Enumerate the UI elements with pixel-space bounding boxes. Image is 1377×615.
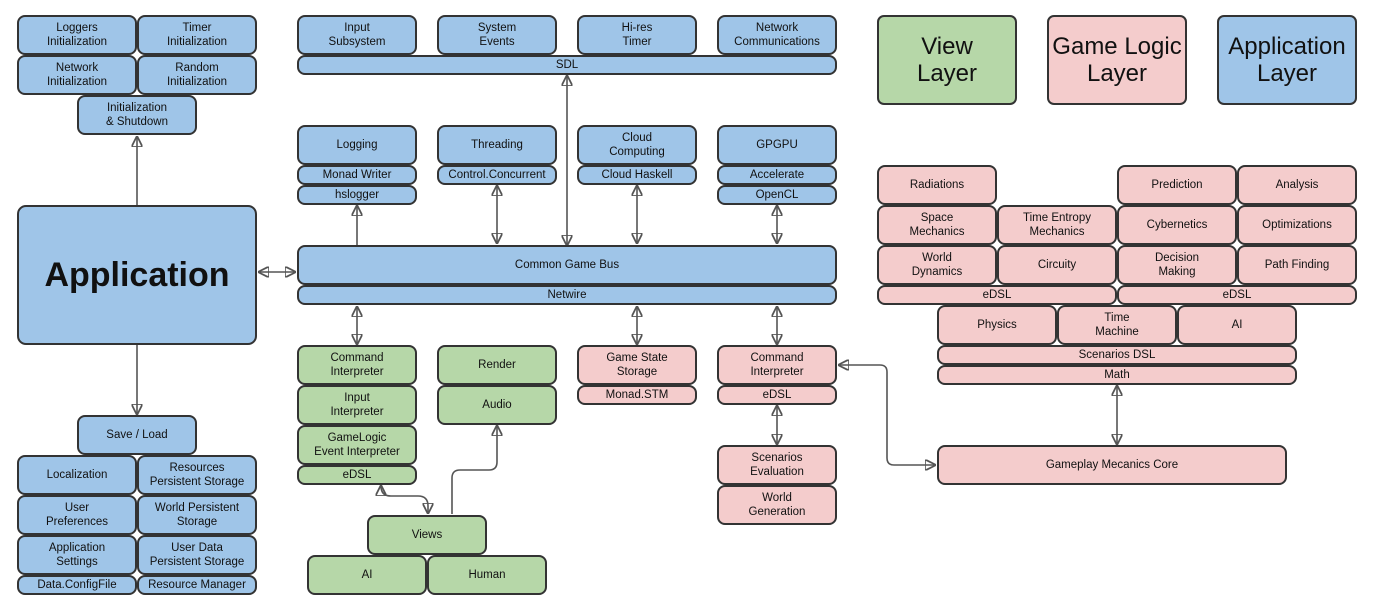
scenarios-dsl[interactable]: Scenarios DSL <box>937 345 1297 365</box>
world-dynamics[interactable]: World Dynamics <box>877 245 997 285</box>
hi-res-timer[interactable]: Hi-res Timer <box>577 15 697 55</box>
gameplay-mechanics-core[interactable]: Gameplay Mecanics Core <box>937 445 1287 485</box>
localization[interactable]: Localization <box>17 455 137 495</box>
network-initialization[interactable]: Network Initialization <box>17 55 137 95</box>
arrow-core-cmd <box>839 365 935 465</box>
timer-initialization[interactable]: Timer Initialization <box>137 15 257 55</box>
network-communications[interactable]: Network Communications <box>717 15 837 55</box>
input-subsystem[interactable]: Input Subsystem <box>297 15 417 55</box>
world-persistent-storage[interactable]: World Persistent Storage <box>137 495 257 535</box>
space-mechanics[interactable]: Space Mechanics <box>877 205 997 245</box>
initialization-shutdown[interactable]: Initialization & Shutdown <box>77 95 197 135</box>
random-initialization[interactable]: Random Initialization <box>137 55 257 95</box>
time-entropy-mechanics[interactable]: Time Entropy Mechanics <box>997 205 1117 245</box>
arrow-views-audio <box>451 426 497 514</box>
legend-view-layer: View Layer <box>877 15 1017 105</box>
analysis[interactable]: Analysis <box>1237 165 1357 205</box>
cloud-computing[interactable]: Cloud Computing <box>577 125 697 165</box>
arrow-edsl-views <box>381 486 428 513</box>
common-game-bus[interactable]: Common Game Bus <box>297 245 837 285</box>
views[interactable]: Views <box>367 515 487 555</box>
opencl[interactable]: OpenCL <box>717 185 837 205</box>
loggers-initialization[interactable]: Loggers Initialization <box>17 15 137 55</box>
math[interactable]: Math <box>937 365 1297 385</box>
physics[interactable]: Physics <box>937 305 1057 345</box>
cloud-haskell[interactable]: Cloud Haskell <box>577 165 697 185</box>
resource-manager[interactable]: Resource Manager <box>137 575 257 595</box>
logic-command-interpreter[interactable]: Command Interpreter <box>717 345 837 385</box>
user-preferences[interactable]: User Preferences <box>17 495 137 535</box>
legend-game-logic-layer: Game Logic Layer <box>1047 15 1187 105</box>
resources-persistent-storage[interactable]: Resources Persistent Storage <box>137 455 257 495</box>
render[interactable]: Render <box>437 345 557 385</box>
threading[interactable]: Threading <box>437 125 557 165</box>
time-machine[interactable]: Time Machine <box>1057 305 1177 345</box>
monad-stm[interactable]: Monad.STM <box>577 385 697 405</box>
application[interactable]: Application <box>17 205 257 345</box>
input-interpreter[interactable]: Input Interpreter <box>297 385 417 425</box>
view-edsl[interactable]: eDSL <box>297 465 417 485</box>
sdl[interactable]: SDL <box>297 55 837 75</box>
mechanics-edsl-left[interactable]: eDSL <box>877 285 1117 305</box>
hslogger[interactable]: hslogger <box>297 185 417 205</box>
architecture-diagram: View Layer Game Logic Layer Application … <box>0 0 1377 615</box>
accelerate[interactable]: Accelerate <box>717 165 837 185</box>
mechanics-edsl-right[interactable]: eDSL <box>1117 285 1357 305</box>
game-state-storage[interactable]: Game State Storage <box>577 345 697 385</box>
human[interactable]: Human <box>427 555 547 595</box>
save-load[interactable]: Save / Load <box>77 415 197 455</box>
logging[interactable]: Logging <box>297 125 417 165</box>
circuity[interactable]: Circuity <box>997 245 1117 285</box>
user-data-persistent-storage[interactable]: User Data Persistent Storage <box>137 535 257 575</box>
netwire[interactable]: Netwire <box>297 285 837 305</box>
monad-writer[interactable]: Monad Writer <box>297 165 417 185</box>
prediction[interactable]: Prediction <box>1117 165 1237 205</box>
cybernetics[interactable]: Cybernetics <box>1117 205 1237 245</box>
radiations[interactable]: Radiations <box>877 165 997 205</box>
legend-application-layer: Application Layer <box>1217 15 1357 105</box>
scenarios-evaluation[interactable]: Scenarios Evaluation <box>717 445 837 485</box>
logic-edsl[interactable]: eDSL <box>717 385 837 405</box>
gpgpu[interactable]: GPGPU <box>717 125 837 165</box>
decision-making[interactable]: Decision Making <box>1117 245 1237 285</box>
world-generation[interactable]: World Generation <box>717 485 837 525</box>
data-configfile[interactable]: Data.ConfigFile <box>17 575 137 595</box>
system-events[interactable]: System Events <box>437 15 557 55</box>
view-command-interpreter[interactable]: Command Interpreter <box>297 345 417 385</box>
path-finding[interactable]: Path Finding <box>1237 245 1357 285</box>
view-ai[interactable]: AI <box>307 555 427 595</box>
audio[interactable]: Audio <box>437 385 557 425</box>
mechanics-ai[interactable]: AI <box>1177 305 1297 345</box>
gamelogic-event-interpreter[interactable]: GameLogic Event Interpreter <box>297 425 417 465</box>
control-concurrent[interactable]: Control.Concurrent <box>437 165 557 185</box>
optimizations[interactable]: Optimizations <box>1237 205 1357 245</box>
application-settings[interactable]: Application Settings <box>17 535 137 575</box>
